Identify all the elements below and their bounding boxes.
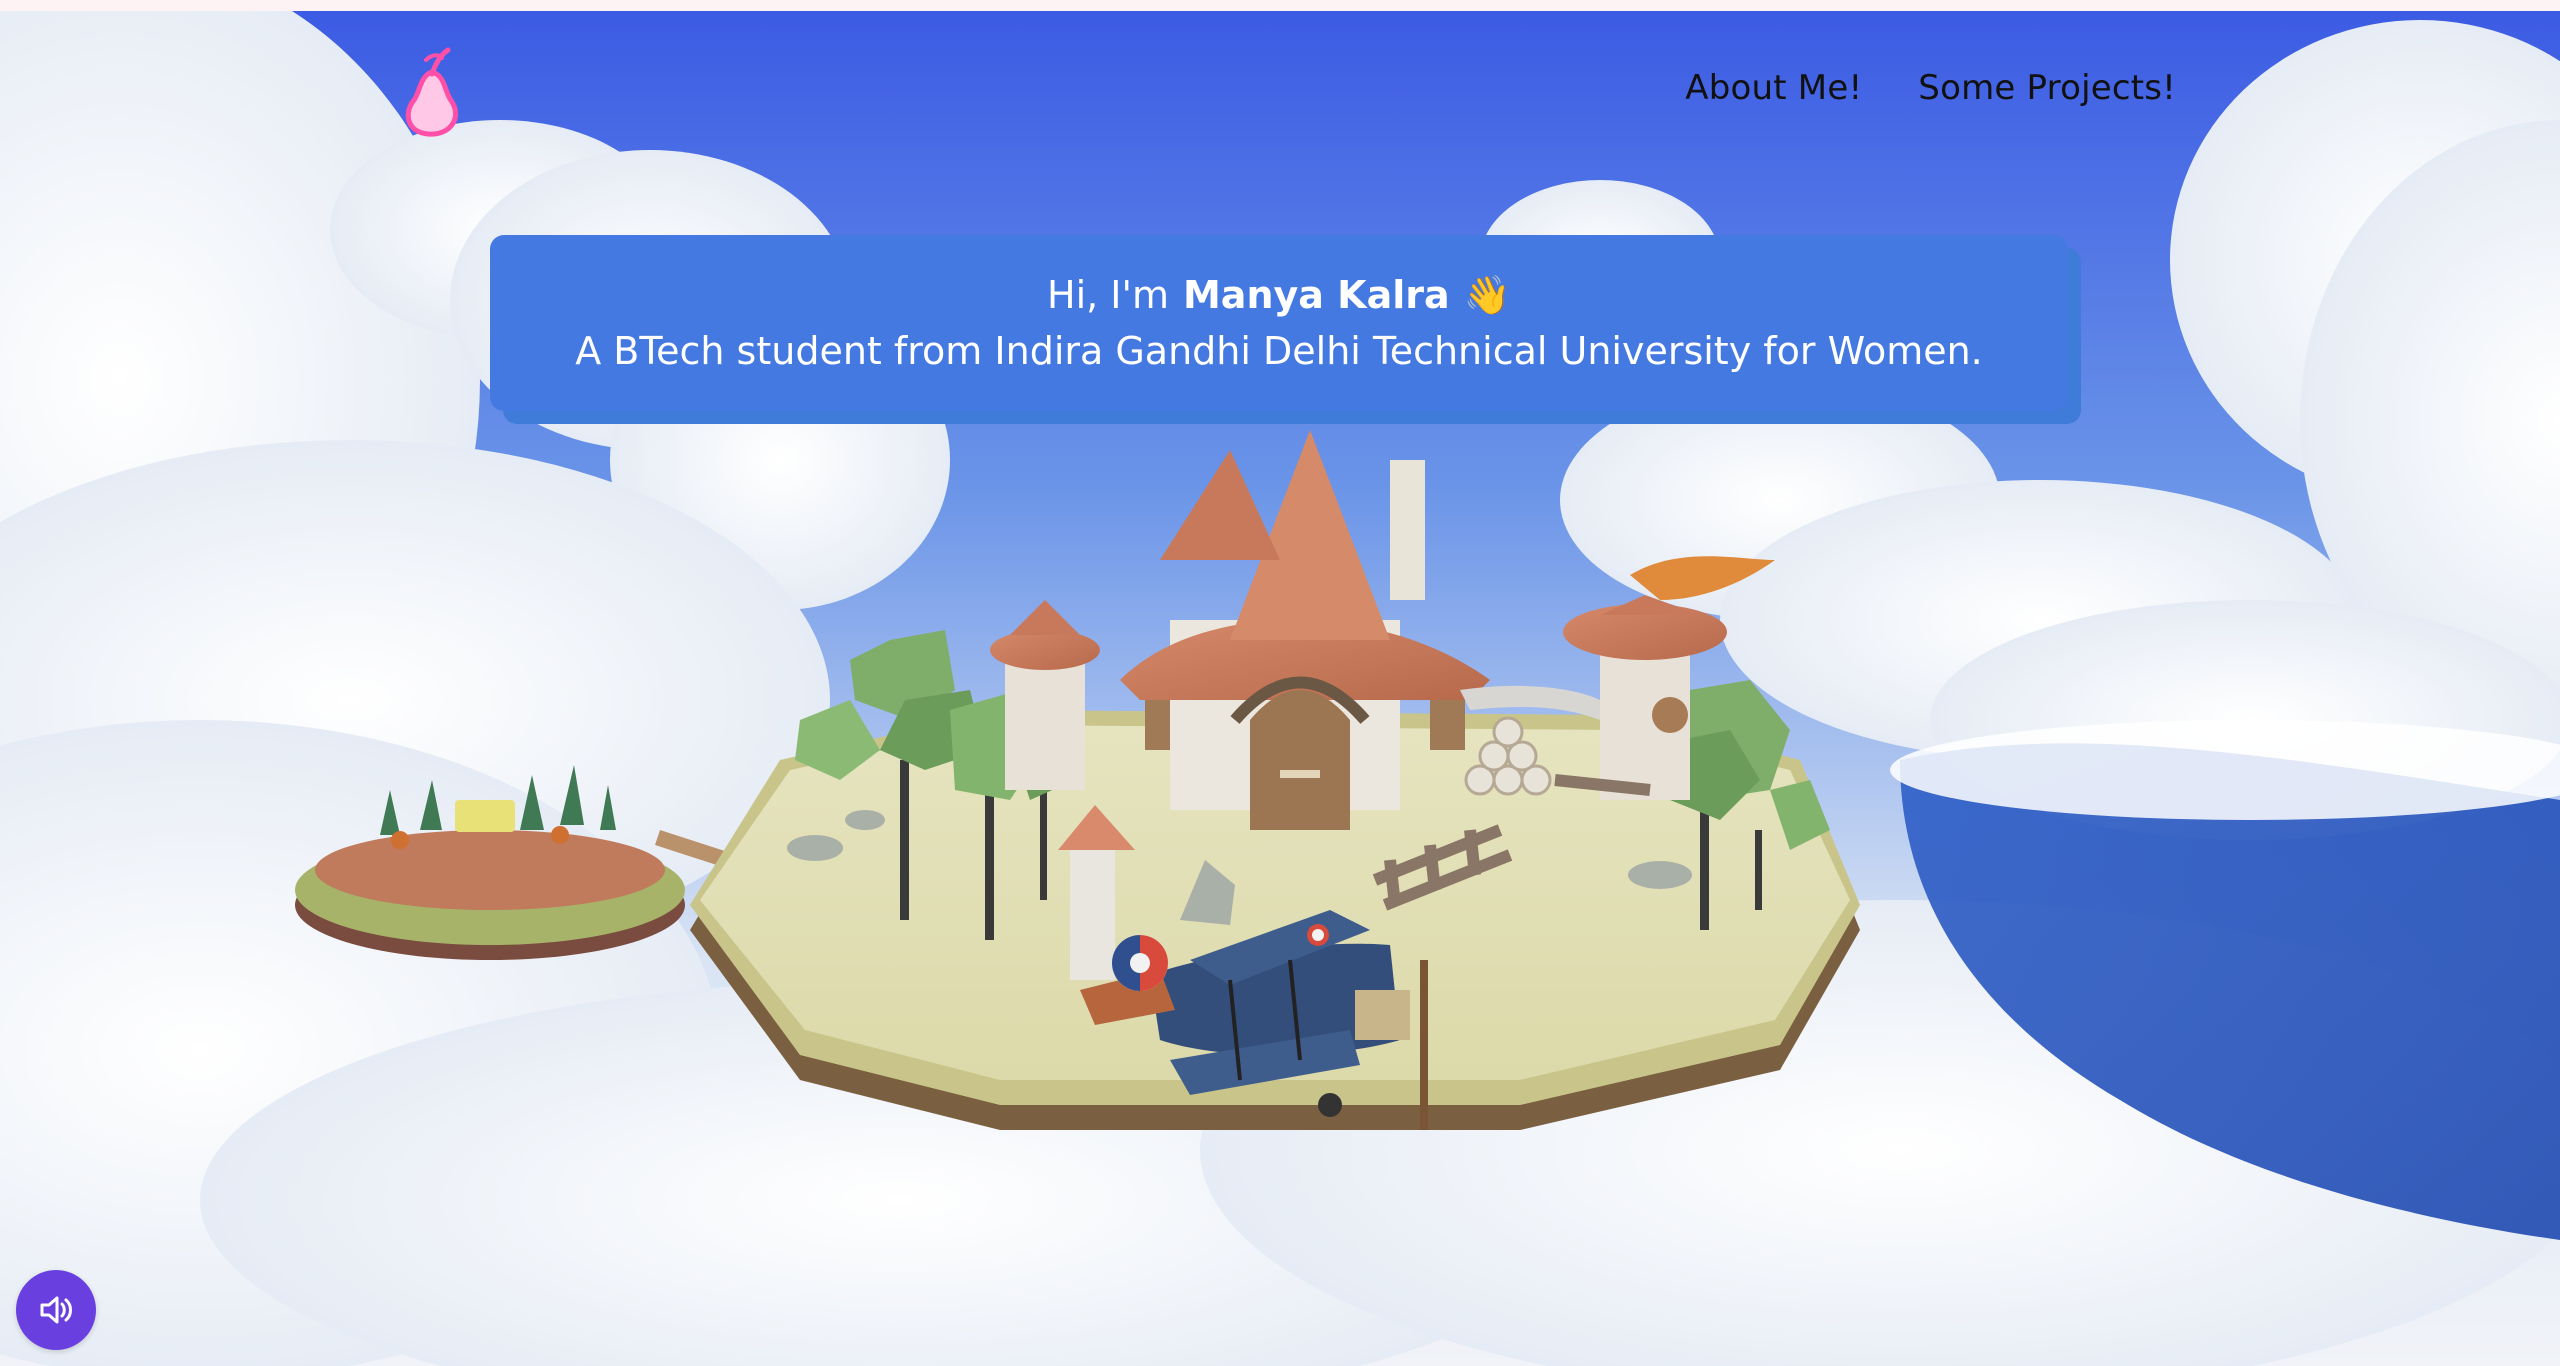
person-name: Manya Kalra (1182, 273, 1450, 317)
top-nav: About Me! Some Projects! (1685, 68, 2176, 108)
greeting-prefix: Hi, I'm (1047, 273, 1169, 317)
pear-icon (405, 47, 459, 137)
scene-canvas[interactable] (0, 11, 2560, 1366)
nav-link-about[interactable]: About Me! (1685, 68, 1862, 108)
portfolio-page: About Me! Some Projects! Hi, I'm Manya K… (0, 0, 2560, 1366)
wave-icon: 👋 (1463, 273, 1511, 317)
intro-card: Hi, I'm Manya Kalra 👋 A BTech student fr… (490, 235, 2068, 411)
speaker-icon (40, 1296, 72, 1324)
sound-toggle-button[interactable] (16, 1270, 96, 1350)
top-strip (0, 0, 2560, 11)
logo-pear-icon[interactable] (398, 42, 466, 138)
intro-greeting: Hi, I'm Manya Kalra 👋 (1047, 267, 1511, 323)
nav-link-projects[interactable]: Some Projects! (1918, 68, 2176, 108)
island-scene (0, 11, 2560, 1366)
intro-subtitle: A BTech student from Indira Gandhi Delhi… (575, 329, 1983, 373)
